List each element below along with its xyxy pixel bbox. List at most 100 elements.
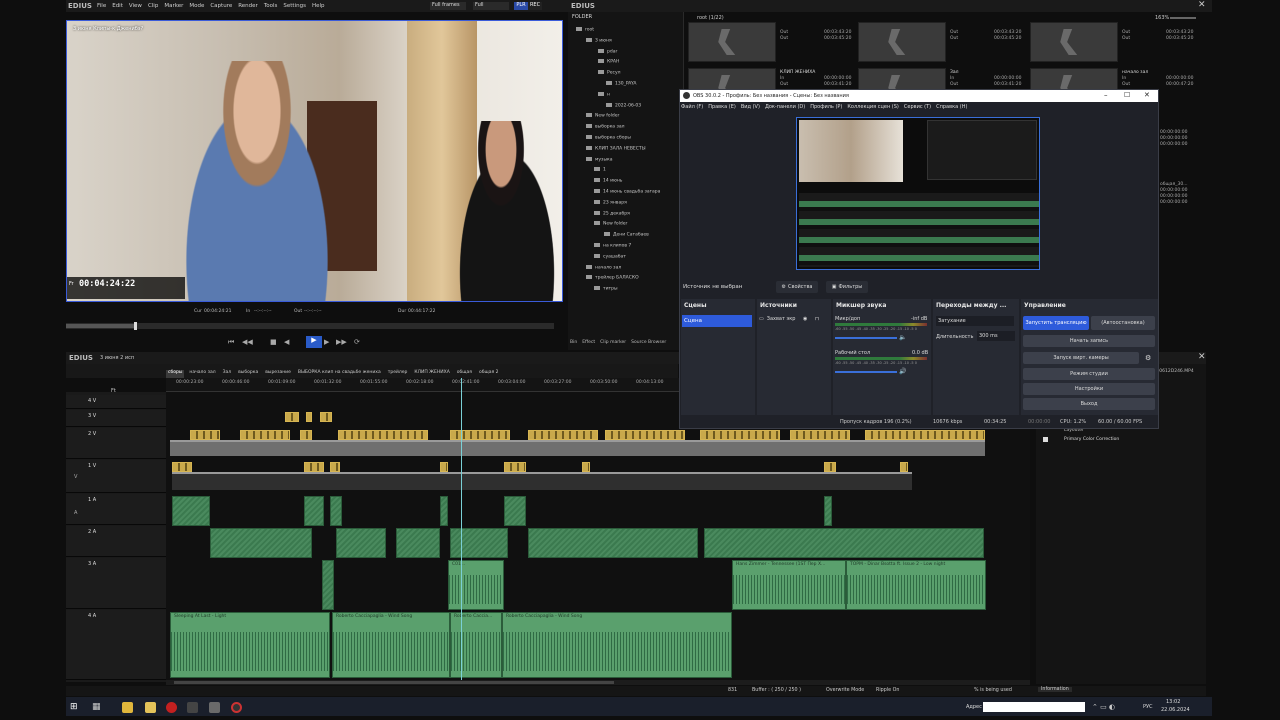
folder-tree-item[interactable]: на клипов 7 (594, 243, 631, 250)
desktop-volume-icon[interactable]: 🔊 (899, 368, 906, 375)
obs-menu-item[interactable]: Файл (F) (681, 104, 703, 110)
scrubber-head[interactable] (134, 322, 137, 330)
auto-stop-button[interactable]: (Автоостановка) (1091, 316, 1155, 330)
obs-icon[interactable] (231, 702, 242, 713)
clip-2v[interactable] (240, 430, 290, 440)
clip-3v[interactable] (320, 412, 332, 422)
sequence-tab[interactable]: КЛИП ЖЕНИХА (412, 370, 451, 378)
settings-button[interactable]: Настройки (1023, 383, 1155, 395)
obs-properties-button[interactable]: ⚙ Свойства (776, 281, 818, 293)
folder-tree-item[interactable]: 14 июнь (594, 178, 622, 185)
folder-tree-item[interactable]: New folder (594, 221, 627, 228)
clip-4a[interactable]: Roberto Caccia... (450, 612, 502, 678)
sequence-tab[interactable]: вырезание (263, 370, 293, 378)
vcam-settings-icon[interactable]: ⚙ (1145, 354, 1151, 362)
folder-tree-item[interactable]: 14 июнь свадьба загара (594, 189, 660, 196)
rewind-icon[interactable]: ◀◀ (242, 338, 253, 346)
folder-tree-item[interactable]: рdar (598, 48, 617, 56)
clip-3a[interactable]: ТОРМ - Dinar Bsotta ft. Issue 2 - Low ni… (846, 560, 986, 610)
clip-3v[interactable] (306, 412, 312, 422)
clip-2v[interactable] (790, 430, 850, 440)
clip-1v[interactable] (172, 462, 192, 472)
sequence-tab[interactable]: выборка (236, 370, 260, 378)
loop-icon[interactable]: ⟳ (354, 338, 360, 346)
obs-menu-item[interactable]: Вид (V) (741, 104, 760, 110)
obs-close-icon[interactable]: ✕ (1144, 91, 1150, 99)
obs-source-item[interactable]: ▭ Захват экр ◉ ⊓ (759, 316, 829, 326)
clip-2a[interactable] (396, 528, 440, 558)
obs-menu-item[interactable]: Справка (H) (936, 104, 967, 110)
track-header[interactable] (66, 494, 166, 525)
clip-2a[interactable] (210, 528, 312, 558)
clip-2v[interactable] (300, 430, 312, 440)
track-header[interactable] (66, 460, 166, 493)
timeline-h-scrollbar[interactable] (166, 680, 1030, 685)
clip-3a[interactable] (322, 560, 334, 610)
step-back-icon[interactable]: ⏮ (228, 338, 234, 347)
timeline-playhead[interactable] (461, 378, 462, 682)
clip-1v[interactable] (330, 462, 340, 472)
obs-menu-item[interactable]: Док-панели (D) (765, 104, 805, 110)
clip-1v[interactable] (440, 462, 448, 472)
edius-menu-item[interactable]: Help (312, 3, 325, 9)
edius-icon[interactable] (187, 702, 198, 713)
bin-tab[interactable]: Bin (570, 340, 577, 348)
stop-icon[interactable]: ■ (270, 338, 277, 346)
edius-menu-item[interactable]: Capture (210, 3, 232, 9)
folder-tree-item[interactable]: суашабат (594, 253, 626, 261)
clip-2v[interactable] (605, 430, 685, 440)
disk-icon[interactable] (209, 702, 220, 713)
folder-tree-item[interactable]: КРАН (598, 59, 619, 66)
start-icon[interactable]: ⊞ (70, 702, 78, 712)
clip-1v[interactable] (582, 462, 590, 472)
taskbar-date[interactable]: 22.06.2024 (1161, 707, 1190, 713)
close-bin-window-icon[interactable]: ✕ (1198, 0, 1206, 10)
bin-clip-thumbnail[interactable] (1030, 22, 1118, 62)
clip-2v[interactable] (528, 430, 598, 440)
track-header[interactable] (66, 428, 166, 459)
address-input[interactable] (983, 702, 1085, 712)
folder-tree-item[interactable]: Ресул (598, 70, 621, 77)
mic-volume-slider[interactable] (835, 337, 897, 339)
clip-2a[interactable] (528, 528, 698, 558)
folder-tree-item[interactable]: выборка зал (586, 124, 625, 131)
clip-2v-lower[interactable] (170, 440, 985, 456)
folder-tree-item[interactable]: New folder (586, 113, 619, 120)
plr-button[interactable]: PLR (514, 2, 528, 10)
edius-menu-item[interactable]: View (129, 3, 142, 9)
obs-minimize-icon[interactable]: – (1104, 91, 1108, 99)
start-record-button[interactable]: Начать запись (1023, 335, 1155, 347)
eye-icon[interactable]: ◉ (803, 316, 807, 322)
track-header[interactable] (66, 610, 166, 680)
sequence-tab[interactable]: ВЫБОРКА клип на свадьбе жениха (296, 370, 383, 378)
clip-1a[interactable] (440, 496, 448, 526)
clip-1v[interactable] (304, 462, 324, 472)
clip-2a[interactable] (704, 528, 984, 558)
edius-menu-item[interactable]: Mode (189, 3, 204, 9)
sequence-tab[interactable]: общая 2 (477, 370, 501, 378)
clip-2v[interactable] (450, 430, 510, 440)
clip-1a[interactable] (330, 496, 342, 526)
edius-menu-item[interactable]: Clip (148, 3, 158, 9)
obs-menu-item[interactable]: Правка (E) (708, 104, 736, 110)
bin-tab[interactable]: Clip marker (600, 340, 626, 348)
folder-tree-item[interactable]: 1 (594, 167, 606, 174)
track-header[interactable] (66, 410, 166, 427)
clip-3v[interactable] (285, 412, 299, 422)
sequence-tab[interactable]: общая (455, 370, 474, 378)
obs-scene-item[interactable]: Сцена (682, 315, 752, 327)
folder-tree-item[interactable]: титры (594, 286, 618, 293)
folder-tree-item[interactable]: трейлер БАЛАСКО (586, 275, 639, 282)
bin-clip-thumbnail[interactable] (688, 22, 776, 62)
info-check-icon[interactable] (1043, 437, 1048, 442)
studio-mode-button[interactable]: Режим студии (1023, 368, 1155, 380)
clip-2v[interactable] (700, 430, 780, 440)
bin-tab[interactable]: Source Browser (631, 340, 666, 348)
edius-menu-item[interactable]: Tools (264, 3, 278, 9)
clip-4a[interactable]: Roberto Cacciapaglia - Wind Song (502, 612, 732, 678)
folder-tree-item[interactable]: 23 января (594, 199, 627, 207)
task-view-icon[interactable]: ▦ (92, 702, 101, 712)
start-stream-button[interactable]: Запустить трансляцию (1023, 316, 1089, 330)
transition-type-select[interactable]: Затухание (936, 316, 1014, 326)
edius-menu-item[interactable]: Marker (164, 3, 183, 9)
